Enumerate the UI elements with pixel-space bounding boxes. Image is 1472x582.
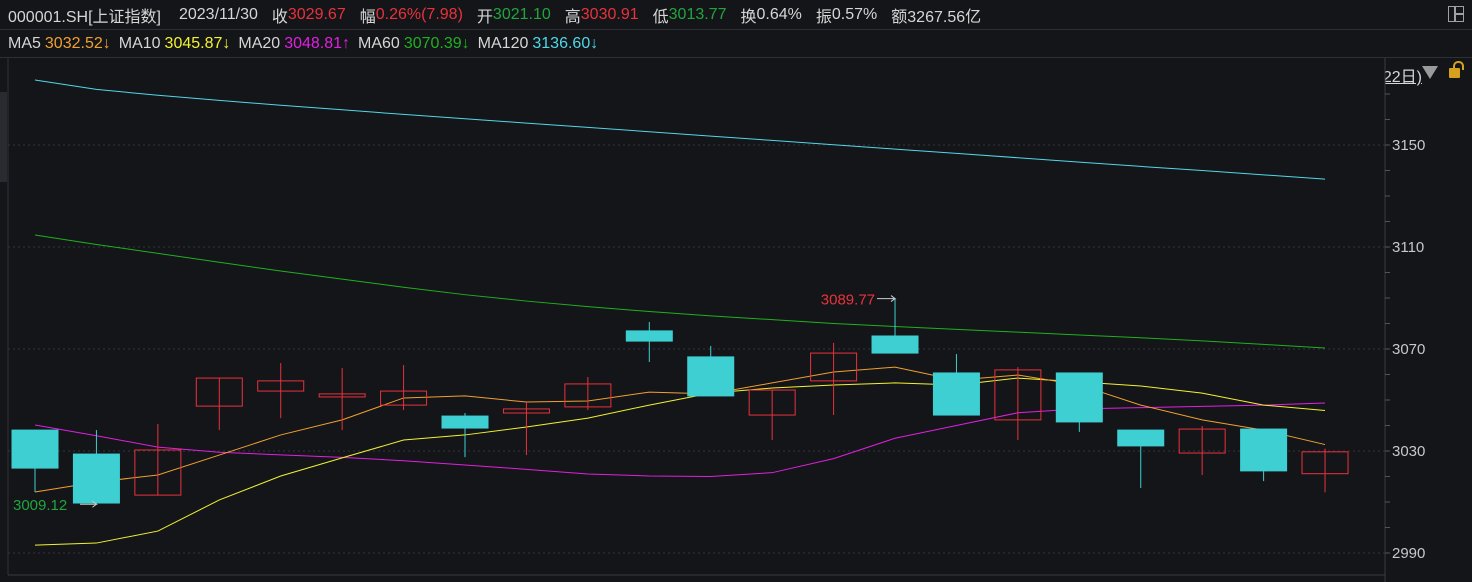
candle-down [441,415,489,429]
change-value: 0.26%(7.98) [375,5,463,23]
y-tick-label: 3070 [1392,341,1425,358]
high-annotation: 3089.77 [821,292,875,309]
ma-legend-value: 3136.60↓ [532,34,599,52]
candle-down [11,429,59,469]
ma-legend-value: 3048.81↑ [284,34,351,52]
symbol-name: 000001.SH[上证指数] [8,8,161,26]
candle-down [1240,428,1288,472]
y-tick-label: 3030 [1392,443,1425,460]
candle-down [871,335,919,354]
low-annotation: 3009.12 [13,497,67,514]
candle-down [1055,372,1103,423]
amplitude-value: 0.57% [831,5,878,23]
plot-background [0,58,1385,582]
high-label: 高 [564,8,581,26]
candle-down [72,453,120,504]
amplitude-label: 振 [815,8,832,26]
left-scroll-strip [0,92,7,182]
turnover-label: 换 [740,8,757,26]
turnover-value: 0.64% [756,5,802,23]
open-label: 开 [476,8,493,26]
ma-legend-label: MA10 [118,34,161,52]
change-label: 幅 [359,8,376,26]
low-value: 3013.77 [668,5,727,23]
y-tick-label: 2990 [1392,545,1425,562]
close-label: 收 [271,8,288,26]
candle-down [1117,429,1165,447]
candle-down [687,356,735,397]
ma-legend-label: MA5 [8,34,41,52]
ma-legend-label: MA120 [477,34,529,52]
open-value: 3021.10 [492,5,551,23]
y-tick-label: 3110 [1392,239,1424,256]
candle-down [932,372,980,416]
y-tick-label: 3150 [1392,137,1425,154]
high-value: 3030.91 [580,5,639,23]
ma-legend-value: 3032.52↓ [44,34,111,52]
layout-icon[interactable] [1448,6,1464,22]
ma-legend-label: MA60 [358,34,400,52]
close-value: 3029.67 [287,5,346,23]
ma-legend-value: 3070.39↓ [403,34,470,52]
ma-legend-label: MA20 [238,34,281,52]
candle-down [625,330,673,342]
candlestick-chart[interactable]: 3150 3110 3070 3030 2990 3089.77 3009.12 [0,58,1472,582]
ma-legend-value: 3045.87↓ [164,34,231,52]
amount-value: 3267.56亿 [907,8,982,26]
low-label: 低 [652,8,669,26]
ma-legend: MA5 3032.52↓ MA10 3045.87↓ MA20 3048.81↑ MA60 3… [0,30,1472,86]
quote-header: 000001.SH[上证指数] 2023/11/30 收 3029.67 幅 0.2… [0,0,1472,30]
amount-label: 额 [891,8,908,26]
quote-date: 2023/11/30 [178,5,258,23]
